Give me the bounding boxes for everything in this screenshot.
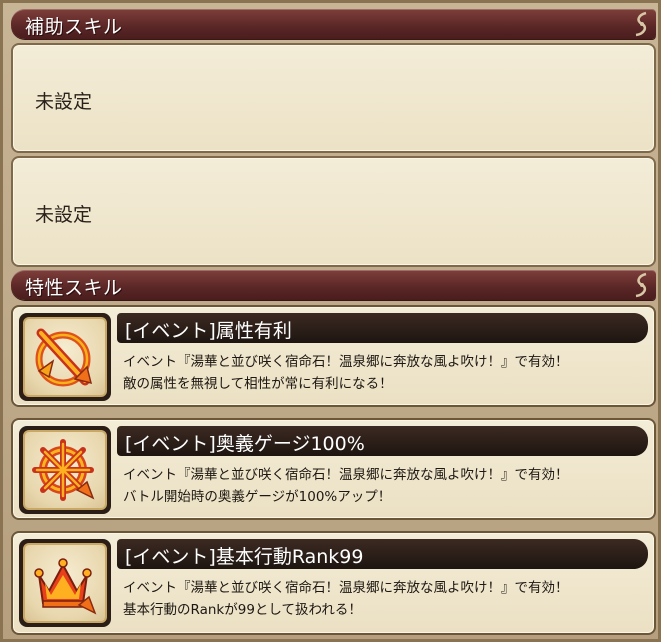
skill-desc-line: 敵の属性を無視して相性が常に有利になる！ [123,376,393,392]
attribute-advantage-icon [35,328,93,387]
support-slot-1[interactable]: 未設定 [11,43,656,153]
skill-desc-line: 基本行動のRankが99として扱われる！ [123,602,362,618]
support-slot-2[interactable]: 未設定 [11,156,656,267]
trait-skill-header: 特性スキル [11,270,656,300]
skill-icon-frame [19,539,111,627]
skill-title-bar: [イベント]基本行動Rank99 [117,539,648,569]
support-skill-header: 補助スキル [11,9,656,39]
skill-desc-line: バトル開始時の奥義ゲージが100%アップ！ [123,489,392,505]
trait-skill-title: 特性スキル [25,277,123,299]
skill-icon-frame [19,426,111,514]
scroll-curl-icon [635,272,647,298]
trait-skill-card[interactable]: [イベント]奥義ゲージ100% イベント『湯華と並び咲く宿命石！温泉郷に奔放な風… [11,418,656,520]
skill-panel: 補助スキル 未設定 未設定 特性スキル [イベント]属性有利 イベント『湯華と並… [0,0,661,642]
skill-description: イベント『湯華と並び咲く宿命石！温泉郷に奔放な風よ吹け！』で有効！ 基本行動のR… [123,577,648,621]
crown-icon [34,558,97,615]
ougi-gauge-icon [32,439,95,501]
support-slot-label: 未設定 [35,91,93,113]
support-slot-label: 未設定 [35,204,93,226]
skill-title-bar: [イベント]奥義ゲージ100% [117,426,648,456]
skill-desc-line: イベント『湯華と並び咲く宿命石！温泉郷に奔放な風よ吹け！』で有効！ [123,580,569,596]
skill-title: [イベント]奥義ゲージ100% [125,433,365,455]
skill-title: [イベント]属性有利 [125,320,292,342]
skill-desc-line: イベント『湯華と並び咲く宿命石！温泉郷に奔放な風よ吹け！』で有効！ [123,354,569,370]
trait-skill-card[interactable]: [イベント]属性有利 イベント『湯華と並び咲く宿命石！温泉郷に奔放な風よ吹け！』… [11,305,656,407]
scroll-curl-icon [635,11,647,37]
skill-title: [イベント]基本行動Rank99 [125,546,364,568]
skill-icon-frame [19,313,111,401]
skill-title-bar: [イベント]属性有利 [117,313,648,343]
skill-description: イベント『湯華と並び咲く宿命石！温泉郷に奔放な風よ吹け！』で有効！ 敵の属性を無… [123,351,648,395]
support-skill-title: 補助スキル [25,16,123,38]
skill-description: イベント『湯華と並び咲く宿命石！温泉郷に奔放な風よ吹け！』で有効！ バトル開始時… [123,464,648,508]
skill-desc-line: イベント『湯華と並び咲く宿命石！温泉郷に奔放な風よ吹け！』で有効！ [123,467,569,483]
trait-skill-card[interactable]: [イベント]基本行動Rank99 イベント『湯華と並び咲く宿命石！温泉郷に奔放な… [11,531,656,635]
